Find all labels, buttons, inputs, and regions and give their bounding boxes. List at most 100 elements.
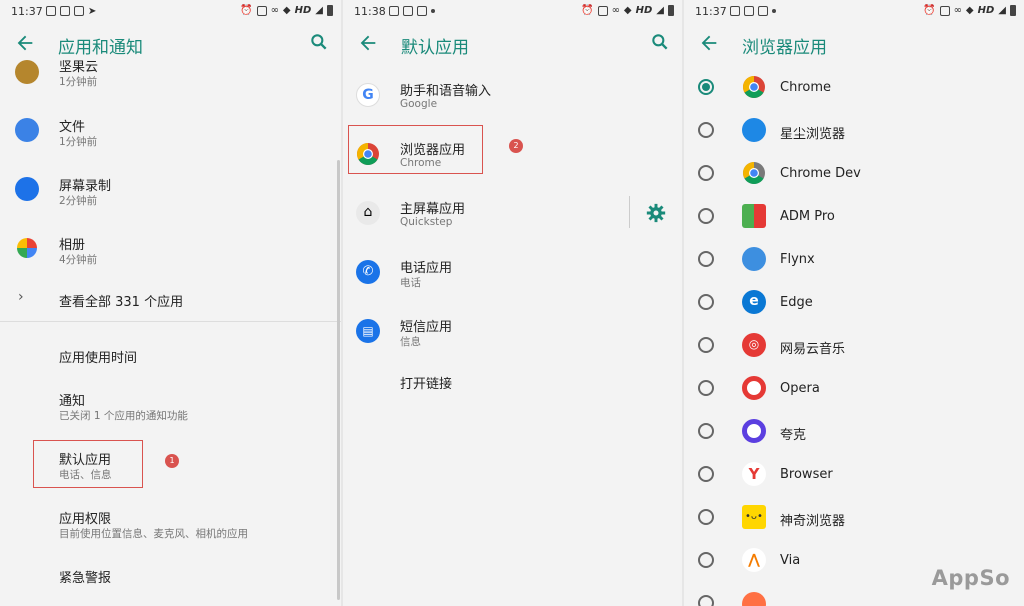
status-bar: 11:38 ⏰ ∞ ◆ HD ◢ xyxy=(343,0,682,24)
link-icon: ∞ xyxy=(953,5,962,16)
status-time: 11:37 xyxy=(695,5,727,18)
battery-icon xyxy=(668,5,674,16)
video-camera-icon xyxy=(15,177,39,201)
browser-option[interactable]: e Edge xyxy=(684,281,1024,324)
signal-icon: ◢ xyxy=(998,5,1006,16)
browser-option[interactable]: ADM Pro xyxy=(684,195,1024,238)
item-title: 电话应用 xyxy=(400,261,453,276)
notification-icons: ➤ xyxy=(46,6,96,17)
item-title: 打开链接 xyxy=(400,377,453,392)
item-title: 短信应用 xyxy=(400,320,453,335)
opera-icon xyxy=(742,376,766,400)
recent-app-item[interactable]: 屏幕录制 2分钟前 xyxy=(0,167,341,225)
edge-icon: e xyxy=(742,290,766,314)
video-icon xyxy=(744,6,754,16)
menu-item-notifications[interactable]: 通知 已关闭 1 个应用的通知功能 xyxy=(0,382,341,440)
app-last-used: 1分钟前 xyxy=(59,76,98,88)
gear-icon[interactable] xyxy=(646,203,666,223)
radio-unselected[interactable] xyxy=(698,509,714,525)
browser-app-screen: 11:37 ⏰ ∞ ◆ HD ◢ 浏览器应用 Chrome 星尘浏览器 Chro… xyxy=(684,0,1024,606)
firefox-icon xyxy=(742,592,766,606)
checkbox-icon xyxy=(758,6,768,16)
see-all-apps-link[interactable]: › 查看全部 331 个应用 xyxy=(0,280,341,320)
house-icon: ⌂ xyxy=(356,201,380,225)
menu-item-emergency-alerts[interactable]: 紧急警报 xyxy=(0,556,341,596)
item-subtitle: Quickstep xyxy=(400,216,453,228)
browser-option[interactable]: Flynx xyxy=(684,238,1024,281)
highlight-box xyxy=(33,440,143,488)
browser-name: Edge xyxy=(780,295,813,310)
browser-name: ADM Pro xyxy=(780,209,835,224)
highlight-box xyxy=(348,125,483,174)
cast-icon xyxy=(939,5,950,16)
browser-option[interactable]: Opera xyxy=(684,367,1024,410)
menu-item-permissions[interactable]: 应用权限 目前使用位置信息、麦克风、相机的应用 xyxy=(0,500,341,558)
radio-unselected[interactable] xyxy=(698,251,714,267)
alarm-icon: ⏰ xyxy=(240,5,253,16)
app-last-used: 2分钟前 xyxy=(59,195,98,207)
back-arrow-icon[interactable] xyxy=(357,32,379,54)
recent-app-item[interactable]: 坚果云 1分钟前 xyxy=(0,56,341,96)
video-icon xyxy=(403,6,413,16)
hd-label: HD xyxy=(294,5,312,16)
browser-option[interactable]: ◎ 网易云音乐 xyxy=(684,324,1024,367)
item-title: 紧急警报 xyxy=(59,571,112,586)
browser-option[interactable]: Chrome Dev xyxy=(684,152,1024,195)
radio-unselected[interactable] xyxy=(698,423,714,439)
see-all-label: 查看全部 331 个应用 xyxy=(59,295,184,310)
nut-icon xyxy=(15,60,39,84)
browser-option[interactable]: 星尘浏览器 xyxy=(684,109,1024,152)
browser-name: Chrome Dev xyxy=(780,166,861,181)
status-time: 11:37 xyxy=(11,5,43,18)
radio-unselected[interactable] xyxy=(698,466,714,482)
browser-option[interactable]: 夸克 xyxy=(684,410,1024,453)
link-icon: ∞ xyxy=(270,5,279,16)
app-bar: 浏览器应用 xyxy=(684,24,1024,66)
search-icon[interactable] xyxy=(309,32,329,52)
radio-unselected[interactable] xyxy=(698,208,714,224)
default-app-home[interactable]: ⌂ 主屏幕应用 Quickstep xyxy=(343,184,682,242)
back-arrow-icon[interactable] xyxy=(698,32,720,54)
default-app-open-links[interactable]: 打开链接 xyxy=(343,360,682,404)
default-app-assistant[interactable]: G 助手和语音输入 Google xyxy=(343,66,682,124)
section-divider xyxy=(0,321,341,322)
system-icons: ⏰ ∞ ◆ HD ◢ xyxy=(581,5,674,16)
app-bar: 默认应用 xyxy=(343,24,682,66)
yandex-icon: Y xyxy=(742,462,766,486)
radio-unselected[interactable] xyxy=(698,552,714,568)
browser-option[interactable]: Y Browser xyxy=(684,453,1024,496)
browser-option[interactable]: •ᴗ• 神奇浏览器 xyxy=(684,496,1024,539)
quark-icon xyxy=(742,419,766,443)
search-icon[interactable] xyxy=(650,32,670,52)
scrollbar[interactable] xyxy=(337,160,340,600)
status-bar: 11:37 ⏰ ∞ ◆ HD ◢ xyxy=(684,0,1024,24)
recent-app-item[interactable]: 相册 4分钟前 xyxy=(0,226,341,284)
item-title: 主屏幕应用 xyxy=(400,202,466,217)
default-app-sms[interactable]: ▤ 短信应用 信息 xyxy=(343,302,682,360)
radio-unselected[interactable] xyxy=(698,337,714,353)
page-title: 默认应用 xyxy=(401,38,469,58)
default-app-phone[interactable]: ✆ 电话应用 电话 xyxy=(343,243,682,301)
recent-app-item[interactable]: 文件 1分钟前 xyxy=(0,108,341,166)
signal-icon: ◢ xyxy=(656,5,664,16)
cast-icon xyxy=(597,5,608,16)
back-arrow-icon[interactable] xyxy=(14,32,36,54)
radio-unselected[interactable] xyxy=(698,595,714,606)
radio-unselected[interactable] xyxy=(698,294,714,310)
message-icon: ▤ xyxy=(356,319,380,343)
send-icon: ➤ xyxy=(88,6,97,17)
system-icons: ⏰ ∞ ◆ HD ◢ xyxy=(240,5,333,16)
browser-option-chrome[interactable]: Chrome xyxy=(684,66,1024,109)
system-icons: ⏰ ∞ ◆ HD ◢ xyxy=(923,5,1016,16)
radio-unselected[interactable] xyxy=(698,122,714,138)
folder-icon xyxy=(15,118,39,142)
app-name: 相册 xyxy=(59,238,86,253)
notification-icons xyxy=(389,6,435,16)
image-icon xyxy=(389,6,399,16)
radio-unselected[interactable] xyxy=(698,380,714,396)
menu-item-usage-time[interactable]: 应用使用时间 xyxy=(0,336,341,376)
signal-icon: ◢ xyxy=(315,5,323,16)
radio-unselected[interactable] xyxy=(698,165,714,181)
google-g-icon: G xyxy=(356,83,380,107)
radio-selected[interactable] xyxy=(698,79,714,95)
